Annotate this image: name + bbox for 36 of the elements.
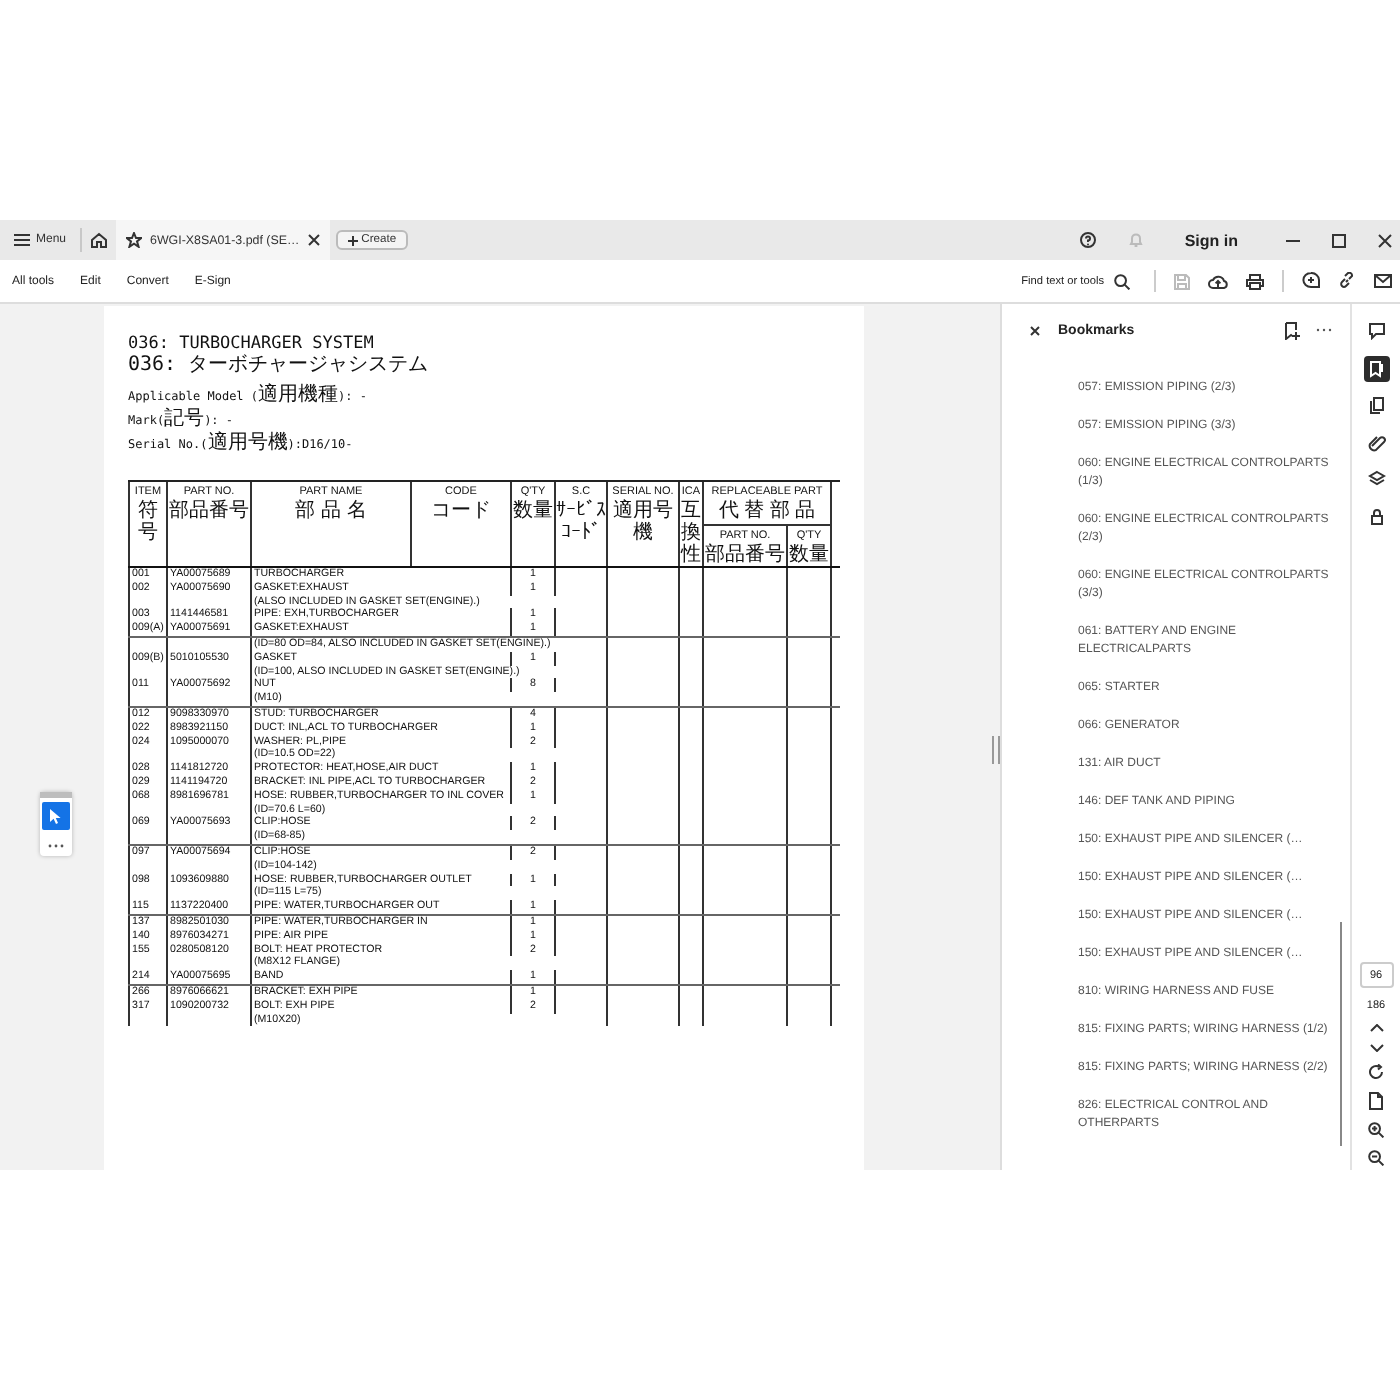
cloud-upload-icon[interactable] — [1208, 273, 1228, 289]
resize-handle[interactable] — [992, 736, 1000, 764]
star-icon[interactable] — [126, 232, 143, 248]
document-title: 036: TURBOCHARGER SYSTEM — [128, 334, 376, 354]
add-bookmark-icon[interactable] — [1284, 321, 1300, 339]
menu-icon — [14, 234, 30, 246]
zoom-in-icon[interactable] — [1368, 1122, 1384, 1138]
home-icon[interactable] — [90, 232, 109, 248]
plus-icon — [347, 235, 358, 245]
sign-in-button[interactable]: Sign in — [1172, 229, 1250, 251]
scrollbar-thumb[interactable] — [1340, 922, 1342, 1146]
mail-icon[interactable] — [1374, 274, 1392, 288]
link-icon[interactable] — [1338, 272, 1356, 290]
drag-handle[interactable] — [40, 792, 72, 798]
chevron-down-icon[interactable] — [1369, 1044, 1383, 1052]
cursor-icon — [48, 807, 64, 825]
rotate-icon[interactable] — [1368, 1064, 1384, 1080]
help-icon[interactable] — [1080, 232, 1097, 248]
lock-icon[interactable] — [1367, 507, 1385, 525]
layers-icon[interactable] — [1367, 470, 1385, 488]
select-tool-button[interactable] — [42, 802, 70, 830]
search-icon — [1114, 273, 1130, 289]
chevron-up-icon[interactable] — [1369, 1024, 1383, 1032]
pages-icon[interactable] — [1367, 396, 1385, 414]
bookmark-icon[interactable] — [1363, 355, 1389, 381]
close-icon[interactable] — [1378, 233, 1392, 247]
zoom-out-icon[interactable] — [1368, 1150, 1384, 1166]
comment-plus-icon[interactable] — [1302, 272, 1320, 290]
close-icon[interactable] — [1030, 325, 1040, 335]
attachment-icon[interactable] — [1367, 433, 1385, 451]
close-icon[interactable] — [307, 234, 320, 246]
print-icon[interactable] — [1246, 273, 1264, 289]
comment-icon[interactable] — [1367, 322, 1385, 340]
document-title: 036: ターボチャージャシステム — [128, 354, 431, 378]
file-icon[interactable] — [1368, 1092, 1384, 1110]
maximize-icon[interactable] — [1332, 233, 1346, 247]
